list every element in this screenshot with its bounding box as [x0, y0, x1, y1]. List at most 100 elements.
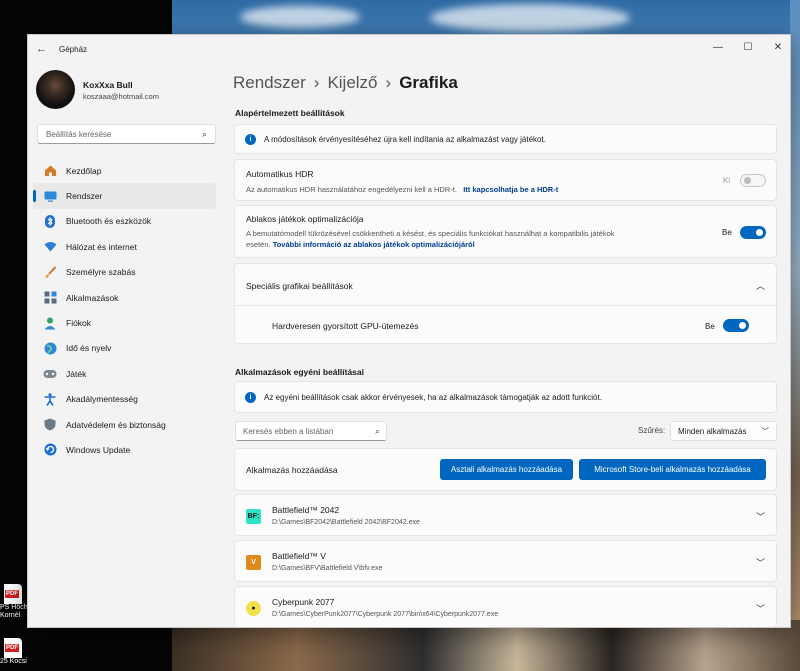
advanced-graphics-header[interactable]: Speciális grafikai beállítások ︿ [235, 264, 776, 306]
chevron-down-icon: ﹀ [761, 427, 769, 436]
brush-icon [43, 265, 57, 279]
sidebar-item-personalization[interactable]: Személyre szabás [33, 260, 216, 285]
defaults-heading: Alapértelmezett beállítások [235, 108, 345, 118]
enable-hdr-link[interactable]: Itt kapcsolhatja be a HDR-t [463, 185, 558, 194]
sidebar-item-label: Játék [66, 368, 87, 379]
sidebar-item-home[interactable]: Kezdőlap [33, 158, 216, 183]
sidebar-item-system[interactable]: Rendszer [33, 183, 216, 209]
filter-dropdown[interactable]: Minden alkalmazás ﹀ [670, 421, 777, 441]
sidebar-item-accessibility[interactable]: Akadálymentesség [33, 387, 216, 412]
advanced-graphics-title: Speciális grafikai beállítások [246, 281, 353, 291]
back-arrow-icon[interactable]: ← [36, 43, 47, 55]
per-app-heading: Alkalmazások egyéni beállításai [235, 367, 364, 377]
windowed-optimization-state: Be [722, 228, 732, 237]
sidebar-item-apps[interactable]: Alkalmazások [33, 285, 216, 310]
sidebar-item-label: Hálózat és internet [66, 241, 137, 252]
account-icon [43, 316, 57, 330]
app-name: Battlefield™ V [272, 551, 326, 561]
auto-hdr-toggle[interactable] [740, 174, 766, 187]
chevron-down-icon: ﹀ [756, 558, 766, 568]
add-desktop-app-button[interactable]: Asztali alkalmazás hozzáadása [440, 459, 573, 480]
sidebar-item-label: Idő és nyelv [66, 343, 112, 354]
avatar[interactable] [36, 70, 75, 109]
app-path: D:\Games\BFV\Battlefield V\bfv.exe [272, 565, 383, 572]
wallpaper-edge [790, 0, 800, 671]
sidebar-item-label: Kezdőlap [66, 165, 102, 176]
auto-hdr-state: Ki [723, 176, 731, 185]
sidebar-item-label: Rendszer [66, 191, 103, 202]
sidebar-item-label: Akadálymentesség [66, 394, 138, 405]
gamepad-icon [43, 367, 57, 381]
user-name: KoxXxa Bull [83, 80, 133, 90]
per-app-notice-card: i Az egyéni beállítások csak akkor érvén… [234, 381, 777, 413]
system-icon [43, 189, 57, 203]
apps-icon [43, 291, 57, 305]
gpu-scheduling-toggle[interactable] [723, 319, 749, 332]
close-button[interactable]: ✕ [768, 40, 788, 56]
search-placeholder: Beállítás keresése [46, 130, 112, 139]
windowed-optimization-toggle[interactable] [740, 226, 766, 239]
app-name: Cyberpunk 2077 [272, 597, 335, 607]
sidebar-item-label: Windows Update [66, 444, 131, 455]
battlefield-v-icon: V [246, 555, 261, 570]
wallpaper-cloud [240, 6, 360, 28]
sidebar-item-time-language[interactable]: Idő és nyelv [33, 336, 216, 361]
app-entry[interactable]: ● Cyberpunk 2077 D:\Games\CyberPunk2077\… [234, 586, 777, 627]
breadcrumb-system[interactable]: Rendszer [233, 73, 306, 92]
gpu-scheduling-state: Be [705, 322, 715, 331]
settings-window: ← Gépház — ☐ ✕ KoxXxa Bull koszaaa@hotma… [27, 34, 791, 628]
home-icon [43, 164, 57, 178]
add-store-app-button[interactable]: Microsoft Store-beli alkalmazás hozzáadá… [579, 459, 766, 480]
app-list-search-input[interactable]: Keresés ebben a listában ⌕ [235, 421, 387, 441]
restart-notice-text: A módosítások érvényesítéséhez újra kell… [264, 135, 546, 144]
pdf-icon: PDF [4, 638, 22, 658]
sidebar-item-privacy[interactable]: Adatvédelem és biztonság [33, 412, 216, 437]
chevron-down-icon: ﹀ [756, 512, 766, 522]
settings-search-input[interactable]: Beállítás keresése ⌕ [37, 124, 216, 144]
sidebar-nav: Kezdőlap Rendszer Bluetooth és eszközök … [33, 158, 216, 463]
breadcrumb-separator: › [385, 73, 392, 92]
per-app-notice-text: Az egyéni beállítások csak akkor érvénye… [264, 393, 602, 402]
auto-hdr-title: Automatikus HDR [246, 169, 314, 179]
app-entry[interactable]: BF: Battlefield™ 2042 D:\Games\BF2042\Ba… [234, 494, 777, 536]
windowed-optimization-title: Ablakos játékok optimalizációja [246, 214, 364, 224]
sidebar-item-bluetooth[interactable]: Bluetooth és eszközök [33, 209, 216, 234]
update-icon [43, 443, 57, 457]
globe-icon [43, 341, 57, 355]
filter-value: Minden alkalmazás [678, 427, 747, 436]
search-icon: ⌕ [201, 129, 207, 139]
search-placeholder: Keresés ebben a listában [243, 427, 334, 436]
pdf-icon: PDF [4, 584, 22, 604]
sidebar-item-network[interactable]: Hálózat és internet [33, 234, 216, 259]
auto-hdr-desc: Az automatikus HDR használatához engedél… [246, 184, 558, 195]
windowed-optimization-desc-prefix: esetén. [246, 240, 271, 249]
sidebar-item-label: Alkalmazások [66, 292, 119, 303]
sidebar-item-label: Fiókok [66, 318, 92, 329]
desktop-pdf-file[interactable]: PDF PS Höch Kornél [0, 584, 30, 620]
minimize-button[interactable]: — [708, 40, 728, 56]
restart-notice-card: i A módosítások érvényesítéséhez újra ke… [234, 124, 777, 154]
desktop-file-label: Kornél [0, 612, 21, 619]
breadcrumb: Rendszer › Kijelző › Grafika [233, 73, 458, 93]
app-path: D:\Games\BF2042\Battlefield 2042\BF2042.… [272, 519, 420, 526]
breadcrumb-display[interactable]: Kijelző [327, 73, 377, 92]
auto-hdr-desc-text: Az automatikus HDR használatához engedél… [246, 185, 457, 194]
title-bar: ← Gépház — ☐ ✕ [28, 35, 790, 63]
sidebar-item-gaming[interactable]: Játék [33, 361, 216, 386]
desktop-file-label: PS Höch [0, 604, 28, 611]
app-entry[interactable]: V Battlefield™ V D:\Games\BFV\Battlefiel… [234, 540, 777, 582]
maximize-button[interactable]: ☐ [738, 40, 758, 56]
accessibility-icon [43, 392, 57, 406]
sidebar-item-label: Bluetooth és eszközök [66, 216, 152, 227]
sidebar-item-accounts[interactable]: Fiókok [33, 310, 216, 335]
network-icon [43, 240, 57, 254]
app-title: Gépház [59, 45, 88, 54]
sidebar-item-label: Adatvédelem és biztonság [66, 419, 166, 430]
sidebar-item-windows-update[interactable]: Windows Update [33, 437, 216, 462]
breadcrumb-separator: › [313, 73, 320, 92]
chevron-up-icon: ︿ [756, 281, 766, 291]
windowed-optimization-link[interactable]: További információ az ablakos játékok op… [273, 240, 475, 249]
page-title: Grafika [399, 73, 458, 92]
cyberpunk-2077-icon: ● [246, 601, 261, 616]
desktop-pdf-file[interactable]: PDF 25 Kocsi [0, 638, 30, 666]
